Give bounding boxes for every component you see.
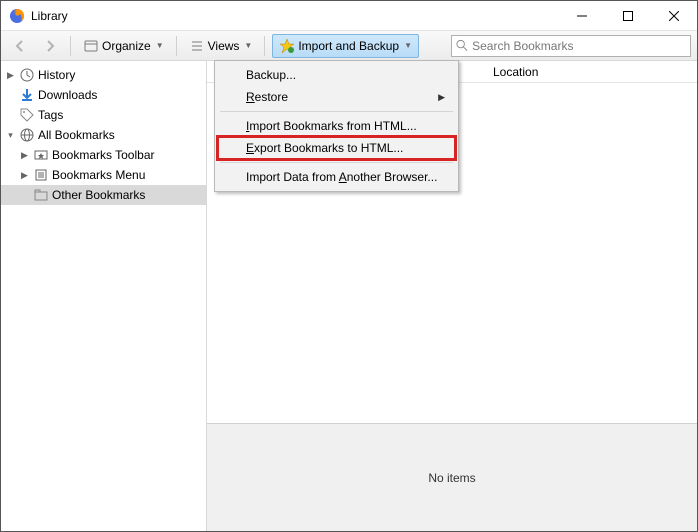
search-wrap	[451, 35, 691, 57]
sidebar-item-label: Downloads	[38, 88, 97, 102]
minimize-button[interactable]	[559, 1, 605, 30]
sidebar: ▶ History Downloads Tags ▾ All Bookmarks…	[1, 61, 207, 531]
bookmarks-menu-icon	[33, 167, 49, 183]
chevron-right-icon[interactable]: ▶	[19, 150, 30, 161]
menu-item-restore[interactable]: Restore▶	[218, 86, 455, 108]
organize-button[interactable]: Organize▼	[78, 35, 169, 57]
toolbar: Organize▼ Views▼ Import and Backup▼	[1, 31, 697, 61]
views-label: Views	[208, 39, 240, 53]
organize-icon	[83, 38, 99, 54]
sidebar-item-label: Bookmarks Toolbar	[52, 148, 155, 162]
sidebar-item-label: Bookmarks Menu	[52, 168, 145, 182]
folder-icon	[33, 187, 49, 203]
window-controls	[559, 1, 697, 30]
menu-item-export-html[interactable]: Export Bookmarks to HTML...	[218, 137, 455, 159]
chevron-right-icon[interactable]: ▶	[19, 170, 30, 181]
sidebar-item-label: History	[38, 68, 75, 82]
search-box[interactable]	[451, 35, 691, 57]
separator	[70, 36, 71, 56]
close-button[interactable]	[651, 1, 697, 30]
sidebar-item-label: Tags	[38, 108, 63, 122]
sidebar-item-downloads[interactable]: Downloads	[1, 85, 206, 105]
views-button[interactable]: Views▼	[184, 35, 258, 57]
views-icon	[189, 38, 205, 54]
sidebar-item-label: All Bookmarks	[38, 128, 115, 142]
sidebar-item-bookmarks-menu[interactable]: ▶ Bookmarks Menu	[1, 165, 206, 185]
import-backup-button[interactable]: Import and Backup▼	[272, 34, 419, 58]
sidebar-item-history[interactable]: ▶ History	[1, 65, 206, 85]
window-title: Library	[31, 9, 559, 23]
maximize-button[interactable]	[605, 1, 651, 30]
search-input[interactable]	[472, 39, 686, 53]
sidebar-item-tags[interactable]: Tags	[1, 105, 206, 125]
chevron-down-icon[interactable]: ▾	[5, 130, 16, 141]
details-pane: No items	[207, 423, 697, 531]
titlebar: Library	[1, 1, 697, 31]
history-icon	[19, 67, 35, 83]
separator	[264, 36, 265, 56]
column-location[interactable]: Location	[487, 65, 538, 79]
import-backup-label: Import and Backup	[298, 39, 399, 53]
menu-item-backup[interactable]: Backup...	[218, 64, 455, 86]
chevron-right-icon: ▶	[438, 92, 445, 103]
sidebar-item-other-bookmarks[interactable]: Other Bookmarks	[1, 185, 206, 205]
empty-label: No items	[428, 471, 475, 485]
back-button[interactable]	[7, 35, 33, 57]
menu-item-import-browser[interactable]: Import Data from Another Browser...	[218, 166, 455, 188]
separator	[176, 36, 177, 56]
import-backup-menu: Backup... Restore▶ Import Bookmarks from…	[214, 60, 459, 192]
tag-icon	[19, 107, 35, 123]
star-icon	[279, 38, 295, 54]
menu-separator	[220, 162, 453, 163]
sidebar-item-label: Other Bookmarks	[52, 188, 145, 202]
menu-item-import-html[interactable]: Import Bookmarks from HTML...	[218, 115, 455, 137]
menu-separator	[220, 111, 453, 112]
chevron-right-icon[interactable]: ▶	[5, 70, 16, 81]
organize-label: Organize	[102, 39, 151, 53]
firefox-icon	[9, 8, 25, 24]
download-icon	[19, 87, 35, 103]
search-icon	[456, 39, 468, 52]
forward-button[interactable]	[37, 35, 63, 57]
globe-icon	[19, 127, 35, 143]
sidebar-item-all-bookmarks[interactable]: ▾ All Bookmarks	[1, 125, 206, 145]
bookmarks-toolbar-icon	[33, 147, 49, 163]
sidebar-item-bookmarks-toolbar[interactable]: ▶ Bookmarks Toolbar	[1, 145, 206, 165]
